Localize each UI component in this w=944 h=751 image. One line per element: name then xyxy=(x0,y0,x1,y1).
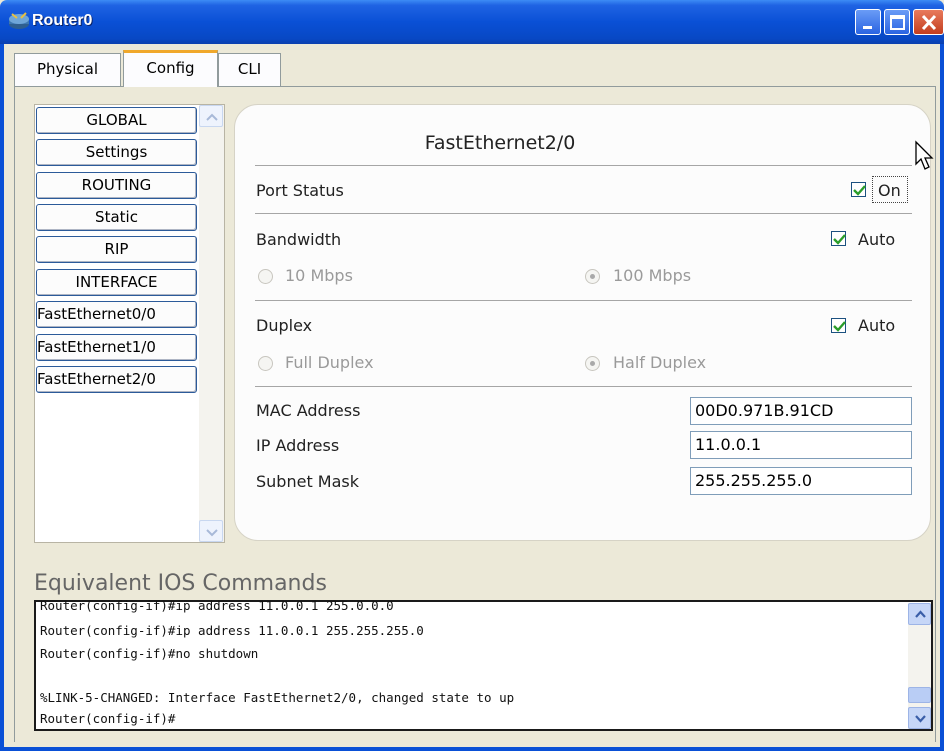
duplex-auto-checkbox[interactable] xyxy=(831,318,846,333)
ios-commands-label: Equivalent IOS Commands xyxy=(34,571,327,596)
nav-fastethernet1-0[interactable]: FastEthernet1/0 xyxy=(36,334,197,361)
divider xyxy=(255,165,912,166)
ios-line: Router(config-if)#ip address 11.0.0.1 25… xyxy=(40,598,394,613)
title-bar[interactable]: Router0 xyxy=(0,0,944,44)
mouse-cursor-icon xyxy=(915,140,934,170)
mac-address-field[interactable]: 00D0.971B.91CD xyxy=(690,397,912,425)
half-duplex-label: Half Duplex xyxy=(613,353,707,372)
scroll-down-icon xyxy=(915,715,926,723)
minimize-button[interactable] xyxy=(855,9,881,35)
divider xyxy=(255,386,912,387)
interface-title: FastEthernet2/0 xyxy=(424,132,576,154)
ios-scroll-thumb[interactable] xyxy=(908,687,931,703)
nav-routing[interactable]: ROUTING xyxy=(36,172,197,199)
nav-rip[interactable]: RIP xyxy=(36,236,197,263)
ios-line: %LINK-5-CHANGED: Interface FastEthernet2… xyxy=(40,690,515,705)
tab-physical[interactable]: Physical xyxy=(14,53,121,86)
bandwidth-auto-label: Auto xyxy=(858,230,896,249)
bandwidth-10-radio[interactable] xyxy=(258,269,273,284)
full-duplex-label: Full Duplex xyxy=(285,353,374,372)
ip-address-field[interactable]: 11.0.0.1 xyxy=(690,431,912,459)
bandwidth-auto-checkbox[interactable] xyxy=(831,231,846,246)
maximize-icon xyxy=(890,15,905,30)
close-icon xyxy=(921,14,937,31)
tab-config[interactable]: Config xyxy=(123,50,218,87)
bandwidth-10-label: 10 Mbps xyxy=(285,266,353,285)
mac-address-label: MAC Address xyxy=(256,401,361,420)
check-icon xyxy=(833,234,846,245)
check-icon xyxy=(833,321,846,332)
subnet-mask-field[interactable]: 255.255.255.0 xyxy=(690,467,912,495)
port-status-on-label: On xyxy=(878,181,901,200)
ios-scroll-down-button[interactable] xyxy=(908,707,931,729)
scroll-up-icon xyxy=(206,113,218,121)
nav-scroll-down-button[interactable] xyxy=(199,520,223,542)
router-icon xyxy=(8,10,32,32)
half-duplex-radio[interactable] xyxy=(585,356,600,371)
window-title: Router0 xyxy=(32,12,93,29)
ios-scroll-up-button[interactable] xyxy=(908,603,931,625)
subnet-mask-label: Subnet Mask xyxy=(256,472,360,491)
duplex-label: Duplex xyxy=(256,316,313,335)
divider xyxy=(255,300,912,301)
close-button[interactable] xyxy=(913,9,944,35)
duplex-auto-label: Auto xyxy=(858,316,896,335)
check-icon xyxy=(853,185,866,196)
ios-scrollbar[interactable] xyxy=(908,603,931,729)
port-status-checkbox[interactable] xyxy=(851,182,866,197)
bandwidth-100-radio[interactable] xyxy=(585,269,600,284)
nav-static[interactable]: Static xyxy=(36,204,197,231)
nav-scrollbar[interactable] xyxy=(199,105,224,542)
nav-global[interactable]: GLOBAL xyxy=(36,107,197,134)
nav-fastethernet0-0[interactable]: FastEthernet0/0 xyxy=(36,301,197,328)
full-duplex-radio[interactable] xyxy=(258,356,273,371)
minimize-icon xyxy=(863,26,872,29)
ip-address-label: IP Address xyxy=(256,436,340,455)
nav-settings[interactable]: Settings xyxy=(36,139,197,166)
tab-cli[interactable]: CLI xyxy=(218,53,281,86)
maximize-button[interactable] xyxy=(884,9,910,35)
ios-line: Router(config-if)#no shutdown xyxy=(40,646,259,661)
nav-interface[interactable]: INTERFACE xyxy=(36,269,197,296)
bandwidth-label: Bandwidth xyxy=(256,230,342,249)
scroll-down-icon xyxy=(206,529,218,537)
ios-line: Router(config-if)#ip address 11.0.0.1 25… xyxy=(40,623,424,638)
ios-line: Router(config-if)# xyxy=(40,711,176,726)
nav-fastethernet2-0[interactable]: FastEthernet2/0 xyxy=(36,366,197,393)
port-status-label: Port Status xyxy=(256,181,344,200)
bandwidth-100-label: 100 Mbps xyxy=(613,266,692,285)
divider xyxy=(255,213,912,214)
scroll-up-icon xyxy=(915,610,926,618)
nav-scroll-up-button[interactable] xyxy=(199,105,223,127)
